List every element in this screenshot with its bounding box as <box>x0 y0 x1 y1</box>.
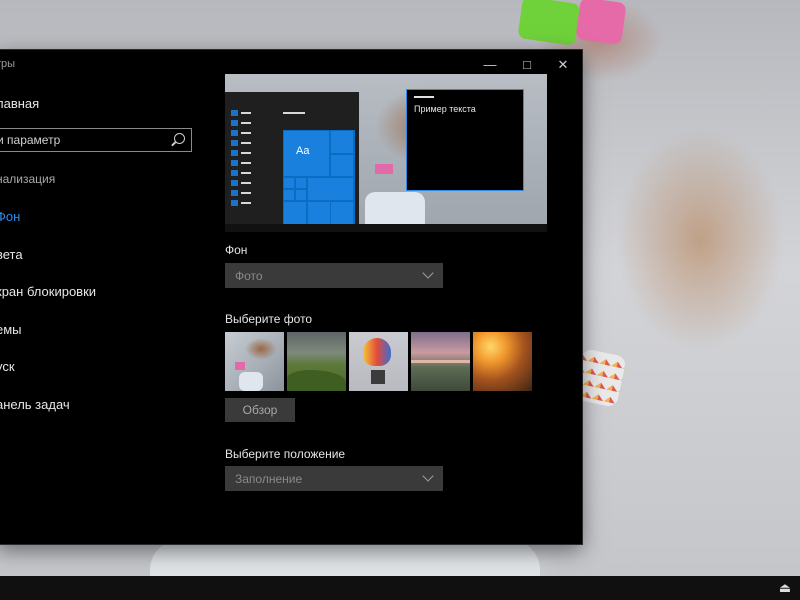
thumb-balloon <box>363 338 391 366</box>
photo-thumbnail-4[interactable] <box>411 332 470 391</box>
preview-app-icon <box>231 160 238 166</box>
background-label: Фон <box>225 243 248 257</box>
nav-home[interactable]: лавная <box>0 96 39 111</box>
preview-tile-text: Aa <box>296 145 310 157</box>
preview-app-label <box>241 112 251 114</box>
preview-app-icon <box>231 170 238 176</box>
browse-button[interactable]: Обзор <box>225 398 295 422</box>
preview-tile <box>331 131 353 153</box>
preview-tile-large: Aa <box>284 131 329 176</box>
preview-tile <box>331 155 353 176</box>
preview-tile-group: Aa <box>283 130 355 232</box>
usb-device-icon[interactable]: ⏏ <box>778 579 792 597</box>
preview-tile <box>296 190 306 200</box>
close-button[interactable]: ✕ <box>545 50 581 80</box>
preview-tile <box>284 178 294 188</box>
wallpaper-sleeve-pink <box>575 0 627 45</box>
sidebar-item-start[interactable]: уск <box>0 359 15 374</box>
preview-wallpaper-sleeve <box>375 164 393 174</box>
preview-app-icon <box>231 200 238 206</box>
settings-window: тры — □ ✕ лавная нализация Фон вета кран… <box>0 50 582 544</box>
preview-app-icon <box>231 190 238 196</box>
thumb-hill <box>287 370 346 391</box>
preview-tile-wide <box>308 178 353 200</box>
thumb-sleeve <box>235 362 245 370</box>
preview-window-titlebar <box>414 96 434 98</box>
preview-tile <box>284 190 294 200</box>
thumb-hair <box>245 338 277 360</box>
preview-app-label <box>241 142 251 144</box>
preview-taskbar <box>225 224 547 232</box>
preview-tile <box>296 178 306 188</box>
background-preview: Aa Пример текста <box>225 74 547 232</box>
sidebar-item-themes[interactable]: емы <box>0 322 22 337</box>
preview-tile <box>284 202 306 224</box>
chevron-down-icon <box>422 470 434 482</box>
background-dropdown-value: Фото <box>235 269 263 283</box>
sidebar-item-background[interactable]: Фон <box>0 209 20 224</box>
window-title: тры <box>0 58 16 70</box>
search-input[interactable] <box>0 129 167 151</box>
sidebar-item-taskbar[interactable]: анель задач <box>0 397 70 412</box>
preview-app-label <box>241 132 251 134</box>
preview-tile <box>331 202 353 224</box>
photo-thumbnail-2[interactable] <box>287 332 346 391</box>
wallpaper-sleeve-green <box>517 0 581 46</box>
sidebar-item-lock-screen[interactable]: кран блокировки <box>0 284 96 299</box>
preview-app-label <box>241 192 251 194</box>
preview-app-icon <box>231 110 238 116</box>
preview-tiles-header <box>283 112 305 114</box>
preview-app-icon <box>231 120 238 126</box>
photo-thumbnail-5[interactable] <box>473 332 532 391</box>
position-dropdown[interactable]: Заполнение <box>225 466 443 491</box>
position-dropdown-value: Заполнение <box>235 472 303 486</box>
chevron-down-icon <box>422 267 434 279</box>
search-box[interactable] <box>0 128 192 152</box>
preview-app-label <box>241 162 251 164</box>
section-title-personalization: нализация <box>0 172 56 186</box>
photo-thumbnail-3[interactable] <box>349 332 408 391</box>
thumb-basket <box>371 370 385 384</box>
preview-tile <box>308 202 330 224</box>
thumb-horizon <box>411 360 470 363</box>
choose-position-label: Выберите положение <box>225 447 346 461</box>
preview-sample-text: Пример текста <box>414 104 476 114</box>
preview-sample-window: Пример текста <box>406 89 524 191</box>
preview-app-icon <box>231 140 238 146</box>
preview-app-label <box>241 122 251 124</box>
preview-app-icon <box>231 130 238 136</box>
preview-app-label <box>241 152 251 154</box>
preview-app-label <box>241 182 251 184</box>
choose-photo-label: Выберите фото <box>225 312 313 326</box>
thumb-shirt <box>239 372 263 391</box>
preview-app-icon <box>231 180 238 186</box>
background-dropdown[interactable]: Фото <box>225 263 443 288</box>
preview-app-label <box>241 172 251 174</box>
taskbar: ⏏ <box>0 576 800 600</box>
photo-thumbnail-1[interactable] <box>225 332 284 391</box>
preview-start-menu: Aa <box>225 92 359 232</box>
sidebar-item-colors[interactable]: вета <box>0 247 23 262</box>
preview-app-icon <box>231 150 238 156</box>
search-icon[interactable] <box>174 133 185 144</box>
preview-app-label <box>241 202 251 204</box>
